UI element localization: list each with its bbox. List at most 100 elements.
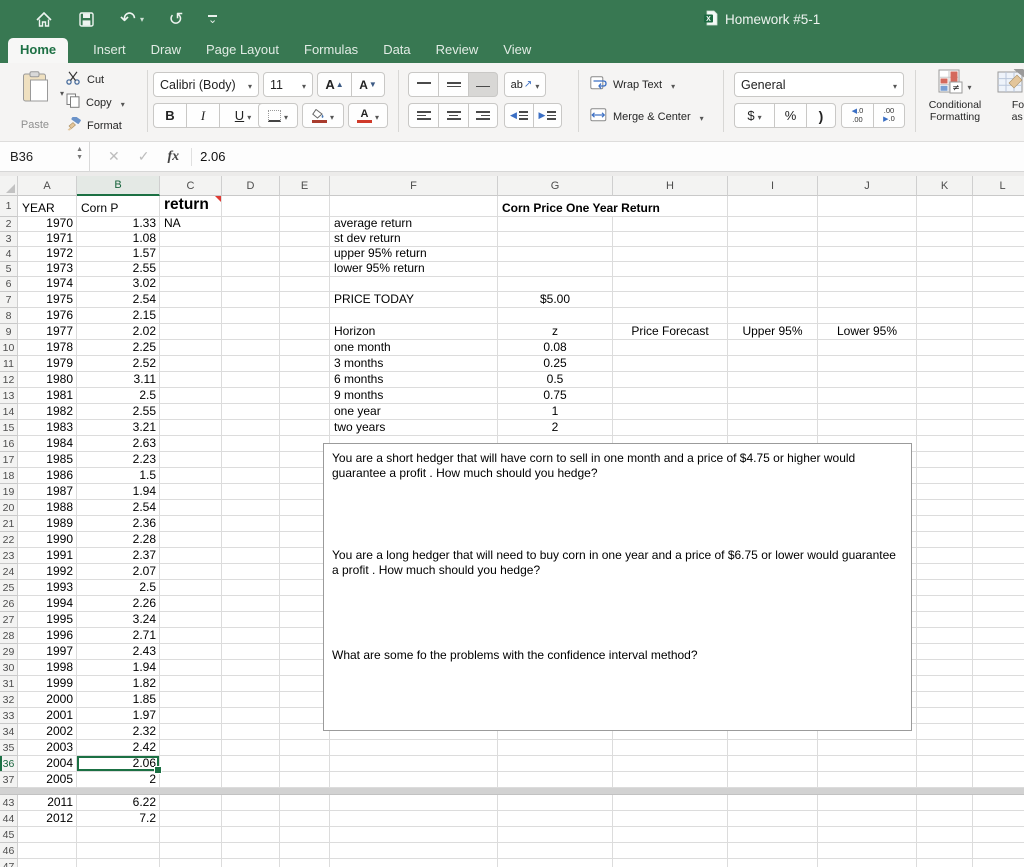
cell-D11[interactable] [222,356,280,372]
row-header-35[interactable]: 35 [0,740,18,756]
cell-K6[interactable] [917,277,973,292]
undo-dropdown-caret-icon[interactable] [140,9,144,27]
cell-H6[interactable] [613,277,728,292]
cell-I47[interactable] [728,859,818,867]
font-size-select[interactable]: 11 [263,72,313,97]
cell-E12[interactable] [280,372,330,388]
cell-D5[interactable] [222,262,280,277]
cell-D10[interactable] [222,340,280,356]
name-box[interactable]: B36 ▲ ▼ [0,141,90,172]
row-header-30[interactable]: 30 [0,660,18,676]
cell-B36[interactable]: 2.06 [77,756,162,774]
row-header-36[interactable]: 36 [0,756,18,772]
cell-K17[interactable] [917,452,973,468]
cell-K7[interactable] [917,292,973,308]
cell-A1[interactable]: YEAR [18,196,77,217]
cell-G43[interactable] [498,795,613,811]
cell-F14[interactable]: one year [330,404,498,420]
cell-B11[interactable]: 2.52 [77,356,160,372]
cell-A19[interactable]: 1987 [18,484,77,500]
cell-B17[interactable]: 2.23 [77,452,160,468]
row-header-20[interactable]: 20 [0,500,18,516]
cell-C10[interactable] [160,340,222,356]
cell-H3[interactable] [613,232,728,247]
cell-C31[interactable] [160,676,222,692]
cell-G4[interactable] [498,247,613,262]
cell-I6[interactable] [728,277,818,292]
cell-L30[interactable] [973,660,1024,676]
row-header-11[interactable]: 11 [0,356,18,372]
cell-E3[interactable] [280,232,330,247]
cell-L14[interactable] [973,404,1024,420]
cell-L33[interactable] [973,708,1024,724]
cell-I9[interactable]: Upper 95% [728,324,818,340]
align-middle-button[interactable] [438,72,468,97]
row-header-5[interactable]: 5 [0,262,18,277]
cell-F47[interactable] [330,859,498,867]
cell-L47[interactable] [973,859,1024,867]
cell-K23[interactable] [917,548,973,564]
cell-C18[interactable] [160,468,222,484]
cell-K45[interactable] [917,827,973,843]
cell-D32[interactable] [222,692,280,708]
increase-decimal-button[interactable]: ◀.0.00 [841,103,873,128]
cell-B31[interactable]: 1.82 [77,676,160,692]
cell-F15[interactable]: two years [330,420,498,436]
cell-D19[interactable] [222,484,280,500]
cell-L32[interactable] [973,692,1024,708]
cell-C27[interactable] [160,612,222,628]
cell-B24[interactable]: 2.07 [77,564,160,580]
format-as-table-button[interactable]: Formaas Tab [997,64,1024,123]
cell-B3[interactable]: 1.08 [77,232,160,247]
cell-C11[interactable] [160,356,222,372]
cut-button[interactable]: Cut [66,70,104,89]
cell-D25[interactable] [222,580,280,596]
cell-G11[interactable]: 0.25 [498,356,613,372]
cell-F4[interactable]: upper 95% return [330,247,498,262]
cell-E14[interactable] [280,404,330,420]
cell-A43[interactable]: 2011 [18,795,77,811]
align-top-button[interactable] [408,72,438,97]
cell-F44[interactable] [330,811,498,827]
cell-C21[interactable] [160,516,222,532]
cell-C36[interactable] [160,756,222,772]
cell-B21[interactable]: 2.36 [77,516,160,532]
cell-B29[interactable]: 2.43 [77,644,160,660]
cell-D18[interactable] [222,468,280,484]
cell-L7[interactable] [973,292,1024,308]
cell-K4[interactable] [917,247,973,262]
cell-B13[interactable]: 2.5 [77,388,160,404]
cell-B22[interactable]: 2.28 [77,532,160,548]
row-header-27[interactable]: 27 [0,612,18,628]
cell-L29[interactable] [973,644,1024,660]
cell-C35[interactable] [160,740,222,756]
cell-C46[interactable] [160,843,222,859]
cell-A37[interactable]: 2005 [18,772,77,788]
cell-A16[interactable]: 1984 [18,436,77,452]
select-all-corner[interactable] [0,176,18,196]
borders-button[interactable] [258,103,298,128]
cell-A31[interactable]: 1999 [18,676,77,692]
cell-E37[interactable] [280,772,330,788]
cell-C34[interactable] [160,724,222,740]
merge-center-button[interactable]: Merge & Center [590,107,704,126]
cell-B9[interactable]: 2.02 [77,324,160,340]
cell-C1[interactable]: return [160,196,222,217]
cell-H13[interactable] [613,388,728,404]
cell-H8[interactable] [613,308,728,324]
cell-D33[interactable] [222,708,280,724]
cell-K12[interactable] [917,372,973,388]
cell-I10[interactable] [728,340,818,356]
cell-K5[interactable] [917,262,973,277]
cell-A22[interactable]: 1990 [18,532,77,548]
cell-L23[interactable] [973,548,1024,564]
column-header-F[interactable]: F [330,176,498,196]
cell-L13[interactable] [973,388,1024,404]
row-header-18[interactable]: 18 [0,468,18,484]
cell-A30[interactable]: 1998 [18,660,77,676]
cell-K25[interactable] [917,580,973,596]
cell-A25[interactable]: 1993 [18,580,77,596]
row-header-19[interactable]: 19 [0,484,18,500]
column-header-G[interactable]: G [498,176,613,196]
column-header-A[interactable]: A [18,176,77,196]
